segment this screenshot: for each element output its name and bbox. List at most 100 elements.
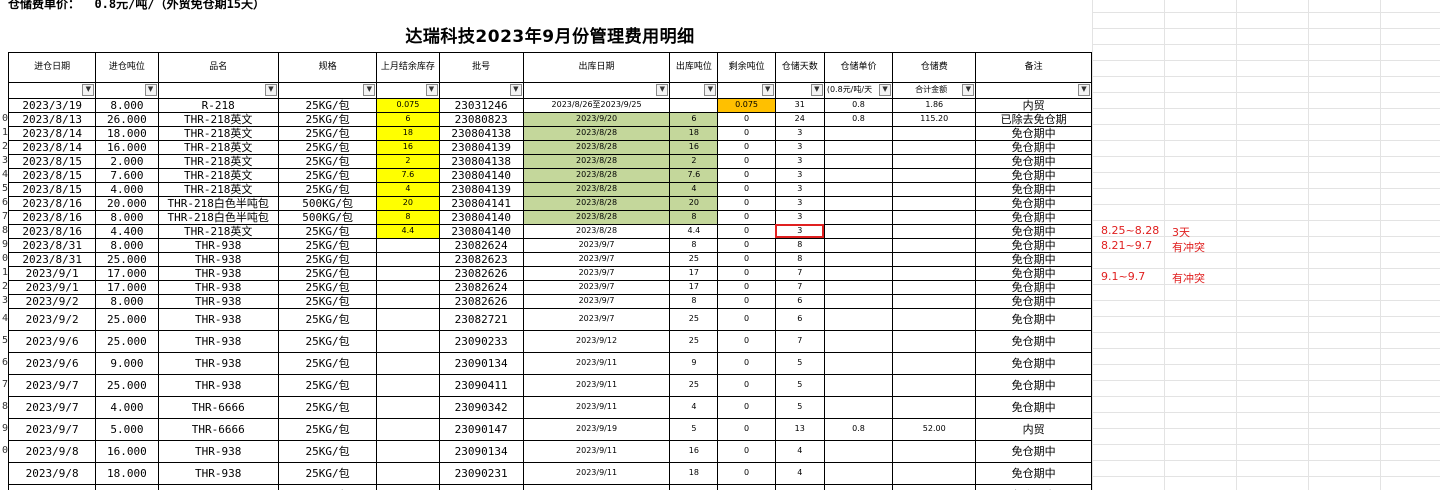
- cell-outbound-tons[interactable]: 7.6: [669, 167, 719, 183]
- cell-spec[interactable]: 25KG/包: [277, 417, 378, 441]
- cell-inbound-tons[interactable]: 16.000: [95, 139, 159, 155]
- header-remarks[interactable]: 备注: [975, 51, 1092, 83]
- cell-product-name[interactable]: THR-938: [157, 351, 279, 375]
- cell-storage-fee[interactable]: [892, 209, 977, 225]
- cell-storage-fee[interactable]: [892, 195, 977, 211]
- filter-dropdown-icon[interactable]: ▼: [656, 83, 669, 96]
- cell-inbound-date[interactable]: 2023/9/2: [7, 307, 97, 331]
- cell-last-month-stock[interactable]: [376, 329, 440, 353]
- cell-product-name[interactable]: R-218: [157, 97, 279, 113]
- cell-outbound-date[interactable]: 2023/9/11: [522, 483, 671, 490]
- cell-remaining-tons[interactable]: 0: [717, 139, 776, 155]
- cell-last-month-stock[interactable]: [376, 251, 440, 267]
- cell-unit-price[interactable]: [823, 167, 894, 183]
- cell-batch-no[interactable]: 23090134: [438, 351, 524, 375]
- cell-inbound-date[interactable]: 2023/9/8: [7, 461, 97, 485]
- filter-dropdown-icon[interactable]: ▼: [82, 83, 95, 96]
- cell-storage-fee[interactable]: [892, 125, 977, 141]
- cell-product-name[interactable]: THR-938: [157, 237, 279, 253]
- cell-remarks[interactable]: 免仓期中: [975, 265, 1092, 281]
- cell-last-month-stock[interactable]: [376, 293, 440, 309]
- cell-unit-price[interactable]: 0.8: [823, 97, 894, 113]
- cell-unit-price[interactable]: [823, 153, 894, 169]
- row-number[interactable]: 9: [0, 240, 8, 250]
- cell-outbound-tons[interactable]: 16: [669, 483, 719, 490]
- cell-remarks[interactable]: 免仓期中: [975, 373, 1092, 397]
- filter-dropdown-icon[interactable]: ▼: [704, 83, 717, 96]
- cell-remaining-tons[interactable]: 0: [717, 417, 776, 441]
- cell-unit-price[interactable]: 0.8: [823, 111, 894, 127]
- cell-spec[interactable]: 25KG/包: [277, 395, 378, 419]
- cell-spec[interactable]: 25KG/包: [277, 125, 378, 141]
- cell-outbound-date[interactable]: 2023/8/28: [522, 125, 671, 141]
- cell-inbound-date[interactable]: 2023/9/1: [7, 265, 97, 281]
- cell-storage-days[interactable]: 6: [774, 293, 825, 309]
- filter-dropdown-icon[interactable]: ▼: [879, 83, 892, 96]
- cell-storage-fee[interactable]: [892, 293, 977, 309]
- cell-outbound-tons[interactable]: 9: [669, 351, 719, 375]
- cell-storage-days[interactable]: 3: [774, 167, 825, 183]
- row-number[interactable]: 6: [0, 358, 8, 368]
- cell-remarks[interactable]: 免仓期中: [975, 209, 1092, 225]
- annotation-note-1[interactable]: 3天: [1172, 224, 1190, 240]
- sheet-title[interactable]: 达瑞科技2023年9月份管理费用明细: [8, 24, 1092, 53]
- cell-spec[interactable]: 25KG/包: [277, 223, 378, 239]
- cell-batch-no[interactable]: 23090342: [438, 395, 524, 419]
- row-number[interactable]: 5: [0, 336, 8, 346]
- cell-outbound-date[interactable]: 2023/8/28: [522, 139, 671, 155]
- row-number[interactable]: 2: [0, 142, 8, 152]
- cell-product-name[interactable]: THR-6666: [157, 417, 279, 441]
- cell-batch-no[interactable]: 23080823: [438, 111, 524, 127]
- cell-last-month-stock[interactable]: [376, 483, 440, 490]
- cell-storage-days[interactable]: 4: [774, 483, 825, 490]
- cell-spec[interactable]: 25KG/包: [277, 265, 378, 281]
- cell-product-name[interactable]: THR-218英文: [157, 111, 279, 127]
- cell-last-month-stock[interactable]: 6: [376, 111, 440, 127]
- cell-inbound-date[interactable]: 2023/9/8: [7, 483, 97, 490]
- cell-remaining-tons[interactable]: 0.075: [717, 97, 776, 113]
- cell-storage-fee[interactable]: [892, 181, 977, 197]
- cell-spec[interactable]: 25KG/包: [277, 111, 378, 127]
- cell-outbound-tons[interactable]: 4.4: [669, 223, 719, 239]
- cell-storage-days[interactable]: 7: [774, 329, 825, 353]
- cell-outbound-date[interactable]: 2023/9/11: [522, 351, 671, 375]
- cell-inbound-tons[interactable]: 18.000: [95, 461, 159, 485]
- cell-storage-days[interactable]: 5: [774, 395, 825, 419]
- cell-remarks[interactable]: 免仓期中: [975, 223, 1092, 239]
- cell-last-month-stock[interactable]: [376, 373, 440, 397]
- cell-inbound-tons[interactable]: 4.400: [95, 223, 159, 239]
- cell-remarks[interactable]: 免仓期中: [975, 139, 1092, 155]
- cell-product-name[interactable]: THR-218英文: [157, 223, 279, 239]
- cell-unit-price[interactable]: 0.8: [823, 417, 894, 441]
- cell-product-name[interactable]: THR-938: [157, 251, 279, 267]
- header-outbound-tons[interactable]: 出库吨位: [669, 51, 719, 83]
- row-number[interactable]: 8: [0, 226, 8, 236]
- row-number[interactable]: 0: [0, 446, 8, 456]
- cell-outbound-date[interactable]: 2023/9/19: [522, 417, 671, 441]
- cell-remaining-tons[interactable]: 0: [717, 125, 776, 141]
- cell-remarks[interactable]: 免仓期中: [975, 167, 1092, 183]
- cell-outbound-date[interactable]: 2023/8/28: [522, 181, 671, 197]
- cell-spec[interactable]: 25KG/包: [277, 251, 378, 267]
- cell-inbound-date[interactable]: 2023/9/6: [7, 329, 97, 353]
- cell-outbound-tons[interactable]: 20: [669, 195, 719, 211]
- cell-unit-price[interactable]: [823, 279, 894, 295]
- row-number[interactable]: 7: [0, 380, 8, 390]
- cell-storage-fee[interactable]: [892, 237, 977, 253]
- row-number[interactable]: 1: [0, 128, 8, 138]
- cell-storage-fee[interactable]: [892, 139, 977, 155]
- cell-unit-price[interactable]: [823, 351, 894, 375]
- cell-remaining-tons[interactable]: 0: [717, 461, 776, 485]
- cell-unit-price[interactable]: [823, 373, 894, 397]
- cell-product-name[interactable]: THR-938: [157, 265, 279, 281]
- cell-remaining-tons[interactable]: 0: [717, 223, 776, 239]
- cell-unit-price[interactable]: [823, 237, 894, 253]
- cell-product-name[interactable]: THR-218英文: [157, 167, 279, 183]
- cell-outbound-date[interactable]: 2023/9/11: [522, 439, 671, 463]
- cell-last-month-stock[interactable]: [376, 279, 440, 295]
- cell-inbound-date[interactable]: 2023/9/7: [7, 417, 97, 441]
- header-batch-no[interactable]: 批号: [438, 51, 524, 83]
- cell-outbound-date[interactable]: 2023/9/7: [522, 265, 671, 281]
- cell-batch-no[interactable]: 23090147: [438, 417, 524, 441]
- filter-dropdown-icon[interactable]: ▼: [264, 83, 277, 96]
